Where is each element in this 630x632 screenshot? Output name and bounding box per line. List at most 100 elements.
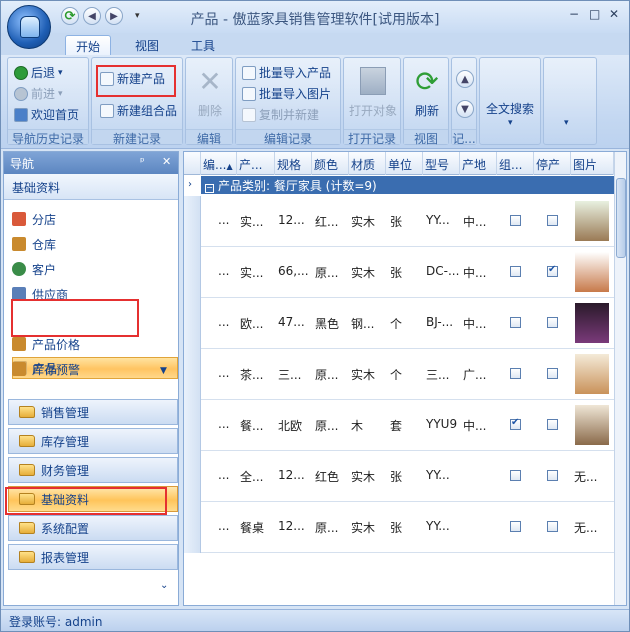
row-indicator[interactable]: [184, 451, 201, 502]
discontinued-checkbox[interactable]: [547, 470, 558, 481]
close-button[interactable]: ✕: [609, 7, 619, 21]
next-record-icon[interactable]: ▼: [456, 100, 474, 118]
cell-name[interactable]: 实...: [240, 264, 263, 281]
dropdown-icon[interactable]: ▾: [508, 118, 513, 128]
cell-name[interactable]: 欧...: [240, 315, 263, 332]
column-header[interactable]: 单位: [386, 152, 423, 175]
column-header[interactable]: 停产: [534, 152, 571, 175]
row-indicator[interactable]: [184, 298, 201, 349]
cell-unit[interactable]: 套: [390, 417, 402, 434]
cell-color[interactable]: 黑色: [315, 315, 339, 332]
minimize-button[interactable]: −: [569, 7, 579, 21]
table-row[interactable]: ... 餐桌 12... 原... 实木张 YY... 无...: [184, 502, 614, 553]
table-row[interactable]: ... 实... 12... 红... 实木张 YY... 中...: [184, 196, 614, 247]
cell-name[interactable]: 餐...: [240, 417, 263, 434]
nav-button-system[interactable]: 系统配置: [8, 515, 178, 541]
cell-code[interactable]: ...: [218, 264, 229, 278]
cell-color[interactable]: 红...: [315, 213, 338, 230]
cell-code[interactable]: ...: [218, 417, 229, 431]
cell-code[interactable]: ...: [218, 519, 229, 533]
discontinued-checkbox[interactable]: [547, 368, 558, 379]
column-header[interactable]: 型号: [423, 152, 460, 175]
cell-unit[interactable]: 张: [390, 213, 402, 230]
import-products-button[interactable]: 批量导入产品: [242, 64, 331, 81]
open-object-button[interactable]: 打开对象: [348, 64, 398, 119]
cell-material[interactable]: 钢...: [351, 315, 374, 332]
cell-model[interactable]: YY...: [426, 213, 450, 227]
cell-material[interactable]: 实木: [351, 519, 375, 536]
collapse-icon[interactable]: −: [205, 184, 214, 193]
delete-button[interactable]: ✕ 删除: [192, 64, 228, 119]
product-thumbnail[interactable]: [575, 201, 609, 241]
cell-model[interactable]: YYU9: [426, 417, 457, 431]
discontinued-checkbox[interactable]: [547, 317, 558, 328]
cell-unit[interactable]: 张: [390, 468, 402, 485]
scroll-thumb[interactable]: [616, 178, 626, 258]
table-row[interactable]: ... 餐... 北欧 原... 木 套 YYU9 中...: [184, 400, 614, 451]
row-indicator[interactable]: [184, 349, 201, 400]
vertical-scrollbar[interactable]: [614, 152, 626, 605]
cell-color[interactable]: 原...: [315, 417, 338, 434]
cell-model[interactable]: YY...: [426, 468, 450, 482]
cell-origin[interactable]: 广...: [463, 366, 486, 383]
maximize-button[interactable]: □: [589, 7, 600, 21]
fulltext-search-button[interactable]: 全文搜索: [486, 100, 534, 117]
tab-home[interactable]: 开始: [65, 35, 112, 55]
expand-icon[interactable]: ›: [188, 179, 192, 190]
table-row[interactable]: ... 茶... 三... 原... 实木个 三... 广...: [184, 349, 614, 400]
column-header[interactable]: 图片: [571, 152, 614, 175]
cell-code[interactable]: ...: [218, 366, 229, 380]
cell-model[interactable]: 三...: [426, 366, 449, 383]
row-indicator[interactable]: [184, 502, 201, 553]
column-header[interactable]: 组...: [497, 152, 534, 175]
combo-checkbox[interactable]: [510, 368, 521, 379]
cell-spec[interactable]: 三...: [278, 366, 301, 383]
discontinued-checkbox[interactable]: [547, 419, 558, 430]
cell-unit[interactable]: 个: [390, 315, 402, 332]
nav-item-warehouse[interactable]: 仓库: [12, 233, 56, 255]
nav-button-reports[interactable]: 报表管理: [8, 544, 178, 570]
tab-view[interactable]: 视图: [125, 35, 169, 55]
prev-record-icon[interactable]: ▲: [456, 70, 474, 88]
nav-config-icon[interactable]: ⌄: [160, 580, 168, 591]
nav-item-branch[interactable]: 分店: [12, 208, 56, 230]
table-row[interactable]: ... 全... 12... 红色 实木张 YY... 无...: [184, 451, 614, 502]
cell-material[interactable]: 实木: [351, 468, 375, 485]
home-button[interactable]: 欢迎首页: [14, 106, 79, 123]
cell-origin[interactable]: 中...: [463, 264, 486, 281]
cell-material[interactable]: 实木: [351, 366, 375, 383]
row-indicator[interactable]: [184, 247, 201, 298]
copy-new-button[interactable]: 复制并新建: [242, 106, 319, 123]
refresh-button[interactable]: ⟳ 刷新: [408, 64, 446, 119]
cell-spec[interactable]: 12...: [278, 468, 305, 482]
cell-unit[interactable]: 张: [390, 519, 402, 536]
table-row[interactable]: ... 实... 66,... 原... 实木张 DC-... 中...: [184, 247, 614, 298]
cell-spec[interactable]: 47...: [278, 315, 305, 329]
cell-origin[interactable]: 中...: [463, 417, 486, 434]
discontinued-checkbox[interactable]: [547, 521, 558, 532]
product-thumbnail[interactable]: [575, 354, 609, 394]
cell-material[interactable]: 实木: [351, 213, 375, 230]
combo-checkbox[interactable]: [510, 215, 521, 226]
new-combo-button[interactable]: 新建组合品: [100, 102, 177, 119]
nav-item-customer[interactable]: 客户: [12, 258, 56, 280]
cell-code[interactable]: ...: [218, 213, 229, 227]
nav-section-header[interactable]: 基础资料: [4, 174, 178, 200]
discontinued-checkbox[interactable]: [547, 215, 558, 226]
cell-name[interactable]: 茶...: [240, 366, 263, 383]
column-header[interactable]: 规格: [275, 152, 312, 175]
cell-unit[interactable]: 张: [390, 264, 402, 281]
cell-spec[interactable]: 66,...: [278, 264, 309, 278]
combo-checkbox[interactable]: [510, 521, 521, 532]
nav-button-inventory[interactable]: 库存管理: [8, 428, 178, 454]
cell-color[interactable]: 红色: [315, 468, 339, 485]
cell-model[interactable]: BJ-...: [426, 315, 453, 329]
cell-image[interactable]: 无...: [574, 519, 597, 536]
cell-model[interactable]: DC-...: [426, 264, 459, 278]
cell-color[interactable]: 原...: [315, 366, 338, 383]
nav-button-finance[interactable]: 财务管理: [8, 457, 178, 483]
cell-spec[interactable]: 12...: [278, 519, 305, 533]
product-thumbnail[interactable]: [575, 252, 609, 292]
back-button[interactable]: 后退 ▾: [14, 64, 63, 81]
pin-icon[interactable]: ᵖ: [140, 155, 145, 168]
